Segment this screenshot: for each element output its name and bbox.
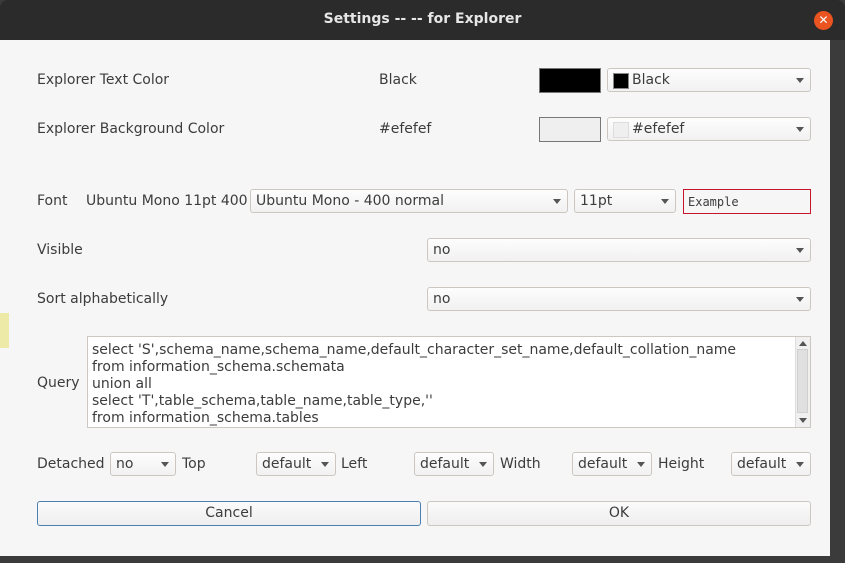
text-color-select[interactable]: Black — [607, 68, 811, 92]
chevron-down-icon — [637, 462, 645, 467]
scroll-thumb[interactable] — [797, 349, 808, 413]
visible-select[interactable]: no — [427, 238, 811, 262]
scroll-down-icon[interactable] — [799, 418, 807, 423]
top-select[interactable]: default — [256, 452, 336, 476]
window-title: Settings -- -- for Explorer — [323, 11, 522, 27]
chevron-down-icon — [661, 199, 669, 204]
chevron-down-icon — [796, 78, 804, 83]
bg-color-swatch[interactable] — [539, 117, 601, 142]
query-textarea[interactable]: select 'S',schema_name,schema_name,defau… — [87, 336, 811, 428]
sort-value: no — [433, 291, 451, 307]
chevron-down-icon — [161, 462, 169, 467]
query-line: union all — [92, 376, 152, 392]
detached-value: no — [116, 456, 134, 472]
left-value: default — [420, 456, 470, 472]
chevron-down-icon — [796, 462, 804, 467]
top-value: default — [262, 456, 312, 472]
query-line: select 'T',table_schema,table_name,table… — [92, 393, 433, 409]
query-label: Query — [37, 375, 80, 391]
query-scrollbar[interactable] — [795, 337, 810, 427]
chevron-down-icon — [796, 248, 804, 253]
text-color-value: Black — [379, 72, 417, 88]
black-swatch-icon — [613, 73, 629, 89]
bg-color-select[interactable]: #efefef — [607, 117, 811, 141]
title-bar[interactable]: Settings -- -- for Explorer ✕ — [0, 0, 845, 40]
text-color-swatch[interactable] — [539, 68, 601, 93]
detached-label: Detached — [37, 456, 105, 472]
font-size-value: 11pt — [580, 193, 613, 209]
chevron-down-icon — [479, 462, 487, 467]
font-example-text: Example — [688, 195, 739, 209]
bg-swatch-icon — [613, 122, 629, 138]
cancel-button[interactable]: Cancel — [37, 501, 421, 526]
query-line: from information_schema.tables — [92, 410, 319, 426]
left-select[interactable]: default — [414, 452, 494, 476]
text-color-label: Explorer Text Color — [37, 72, 170, 88]
font-example-preview: Example — [683, 189, 811, 214]
chevron-down-icon — [796, 297, 804, 302]
width-value: default — [578, 456, 628, 472]
height-select[interactable]: default — [731, 452, 811, 476]
text-color-select-value: Black — [632, 72, 670, 88]
background-app-highlight — [0, 313, 9, 348]
bg-color-select-value: #efefef — [632, 121, 685, 137]
font-label: Font — [37, 193, 68, 209]
height-value: default — [737, 456, 787, 472]
font-current: Ubuntu Mono 11pt 400 — [86, 193, 248, 209]
font-size-select[interactable]: 11pt — [574, 189, 676, 213]
font-family-value: Ubuntu Mono - 400 normal — [256, 193, 444, 209]
ok-button[interactable]: OK — [427, 501, 811, 526]
bg-color-label: Explorer Background Color — [37, 121, 225, 137]
left-label: Left — [341, 456, 368, 472]
top-label: Top — [182, 456, 206, 472]
width-select[interactable]: default — [572, 452, 652, 476]
background-app-strip — [0, 40, 9, 556]
scroll-up-icon[interactable] — [799, 341, 807, 346]
bg-color-value: #efefef — [379, 121, 432, 137]
visible-value: no — [433, 242, 451, 258]
height-label: Height — [658, 456, 705, 472]
chevron-down-icon — [796, 127, 804, 132]
detached-select[interactable]: no — [110, 452, 176, 476]
visible-label: Visible — [37, 242, 83, 258]
close-icon[interactable]: ✕ — [814, 11, 833, 30]
chevron-down-icon — [553, 199, 561, 204]
settings-dialog: Settings -- -- for Explorer ✕ Explorer T… — [0, 0, 845, 563]
sort-select[interactable]: no — [427, 287, 811, 311]
query-line: select 'S',schema_name,schema_name,defau… — [92, 342, 737, 358]
query-line: from information_schema.schemata — [92, 359, 345, 375]
chevron-down-icon — [321, 462, 329, 467]
sort-label: Sort alphabetically — [37, 291, 169, 307]
width-label: Width — [500, 456, 541, 472]
font-family-select[interactable]: Ubuntu Mono - 400 normal — [250, 189, 568, 213]
